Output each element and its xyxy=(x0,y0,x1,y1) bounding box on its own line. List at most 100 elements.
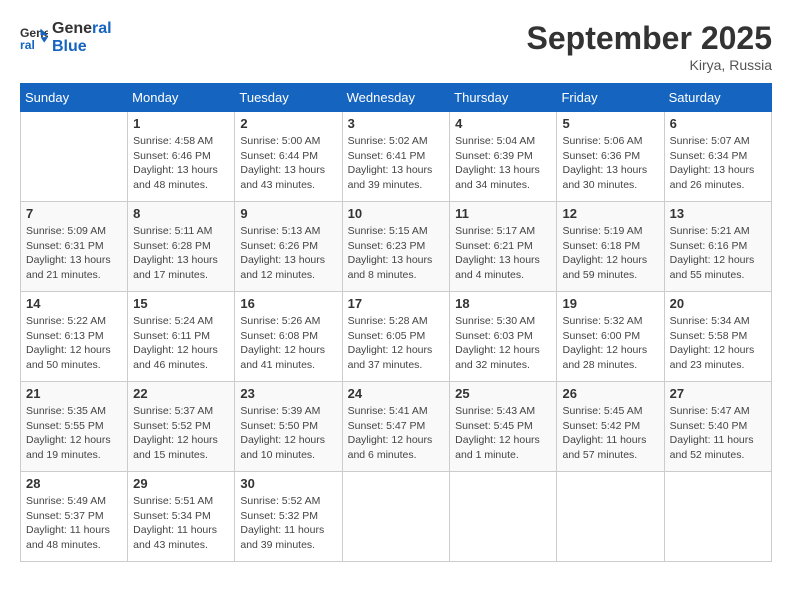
calendar-cell: 14 Sunrise: 5:22 AM Sunset: 6:13 PM Dayli… xyxy=(21,292,128,382)
calendar-cell: 29 Sunrise: 5:51 AM Sunset: 5:34 PM Dayli… xyxy=(128,472,235,562)
column-header-tuesday: Tuesday xyxy=(235,84,342,112)
day-info: Sunrise: 5:22 AM Sunset: 6:13 PM Dayligh… xyxy=(26,314,122,373)
day-info: Sunrise: 5:34 AM Sunset: 5:58 PM Dayligh… xyxy=(670,314,766,373)
day-info: Sunrise: 5:04 AM Sunset: 6:39 PM Dayligh… xyxy=(455,134,551,193)
calendar-cell: 7Sunrise: 5:09 AM Sunset: 6:31 PM Daylig… xyxy=(21,202,128,292)
calendar-cell: 3 Sunrise: 5:02 AM Sunset: 6:41 PM Daylig… xyxy=(342,112,450,202)
month-title: September 2025 xyxy=(527,20,772,57)
day-number: 19 xyxy=(562,296,658,311)
day-number: 25 xyxy=(455,386,551,401)
day-info: Sunrise: 5:32 AM Sunset: 6:00 PM Dayligh… xyxy=(562,314,658,373)
calendar-cell: 28 Sunrise: 5:49 AM Sunset: 5:37 PM Dayli… xyxy=(21,472,128,562)
day-number: 27 xyxy=(670,386,766,401)
column-header-wednesday: Wednesday xyxy=(342,84,450,112)
day-info: Sunrise: 5:28 AM Sunset: 6:05 PM Dayligh… xyxy=(348,314,445,373)
day-number: 22 xyxy=(133,386,229,401)
day-info: Sunrise: 5:02 AM Sunset: 6:41 PM Dayligh… xyxy=(348,134,445,193)
day-info: Sunrise: 5:07 AM Sunset: 6:34 PM Dayligh… xyxy=(670,134,766,193)
day-info: Sunrise: 5:37 AM Sunset: 5:52 PM Dayligh… xyxy=(133,404,229,463)
calendar-week-1: 1 Sunrise: 4:58 AM Sunset: 6:46 PM Daylig… xyxy=(21,112,772,202)
logo-icon: Gene ral xyxy=(20,24,48,52)
day-info: Sunrise: 5:11 AM Sunset: 6:28 PM Dayligh… xyxy=(133,224,229,283)
day-number: 1 xyxy=(133,116,229,131)
day-number: 11 xyxy=(455,206,551,221)
calendar-cell: 20Sunrise: 5:34 AM Sunset: 5:58 PM Dayli… xyxy=(664,292,771,382)
day-number: 17 xyxy=(348,296,445,311)
logo-text-line1: General xyxy=(52,20,112,38)
day-number: 8 xyxy=(133,206,229,221)
day-number: 4 xyxy=(455,116,551,131)
calendar-cell: 1 Sunrise: 4:58 AM Sunset: 6:46 PM Daylig… xyxy=(128,112,235,202)
day-number: 28 xyxy=(26,476,122,491)
day-info: Sunrise: 5:30 AM Sunset: 6:03 PM Dayligh… xyxy=(455,314,551,373)
calendar-week-3: 14 Sunrise: 5:22 AM Sunset: 6:13 PM Dayli… xyxy=(21,292,772,382)
day-number: 9 xyxy=(240,206,336,221)
column-header-friday: Friday xyxy=(557,84,664,112)
day-number: 10 xyxy=(348,206,445,221)
day-number: 30 xyxy=(240,476,336,491)
day-number: 16 xyxy=(240,296,336,311)
day-info: Sunrise: 5:51 AM Sunset: 5:34 PM Dayligh… xyxy=(133,494,229,553)
calendar-cell: 18 Sunrise: 5:30 AM Sunset: 6:03 PM Dayli… xyxy=(450,292,557,382)
calendar-week-4: 21 Sunrise: 5:35 AM Sunset: 5:55 PM Dayli… xyxy=(21,382,772,472)
day-number: 6 xyxy=(670,116,766,131)
day-number: 5 xyxy=(562,116,658,131)
calendar-cell: 25 Sunrise: 5:43 AM Sunset: 5:45 PM Dayli… xyxy=(450,382,557,472)
calendar-cell: 21 Sunrise: 5:35 AM Sunset: 5:55 PM Dayli… xyxy=(21,382,128,472)
day-number: 14 xyxy=(26,296,122,311)
calendar-cell: 27 Sunrise: 5:47 AM Sunset: 5:40 PM Dayli… xyxy=(664,382,771,472)
calendar-cell: 10Sunrise: 5:15 AM Sunset: 6:23 PM Dayli… xyxy=(342,202,450,292)
calendar-cell: 15 Sunrise: 5:24 AM Sunset: 6:11 PM Dayli… xyxy=(128,292,235,382)
day-info: Sunrise: 5:47 AM Sunset: 5:40 PM Dayligh… xyxy=(670,404,766,463)
calendar-cell: 5 Sunrise: 5:06 AM Sunset: 6:36 PM Daylig… xyxy=(557,112,664,202)
day-number: 15 xyxy=(133,296,229,311)
day-number: 29 xyxy=(133,476,229,491)
title-block: September 2025 Kirya, Russia xyxy=(527,20,772,73)
calendar-week-2: 7Sunrise: 5:09 AM Sunset: 6:31 PM Daylig… xyxy=(21,202,772,292)
calendar-cell: 9 Sunrise: 5:13 AM Sunset: 6:26 PM Daylig… xyxy=(235,202,342,292)
calendar-cell: 4 Sunrise: 5:04 AM Sunset: 6:39 PM Daylig… xyxy=(450,112,557,202)
day-info: Sunrise: 5:43 AM Sunset: 5:45 PM Dayligh… xyxy=(455,404,551,463)
page-header: Gene ral General Blue September 2025 Kir… xyxy=(20,20,772,73)
day-info: Sunrise: 5:45 AM Sunset: 5:42 PM Dayligh… xyxy=(562,404,658,463)
calendar-cell: 24 Sunrise: 5:41 AM Sunset: 5:47 PM Dayli… xyxy=(342,382,450,472)
column-header-saturday: Saturday xyxy=(664,84,771,112)
day-info: Sunrise: 5:06 AM Sunset: 6:36 PM Dayligh… xyxy=(562,134,658,193)
day-info: Sunrise: 4:58 AM Sunset: 6:46 PM Dayligh… xyxy=(133,134,229,193)
calendar-cell: 13Sunrise: 5:21 AM Sunset: 6:16 PM Dayli… xyxy=(664,202,771,292)
day-number: 21 xyxy=(26,386,122,401)
day-info: Sunrise: 5:19 AM Sunset: 6:18 PM Dayligh… xyxy=(562,224,658,283)
calendar-cell: 22 Sunrise: 5:37 AM Sunset: 5:52 PM Dayli… xyxy=(128,382,235,472)
calendar-cell: 23Sunrise: 5:39 AM Sunset: 5:50 PM Dayli… xyxy=(235,382,342,472)
svg-text:ral: ral xyxy=(20,38,35,52)
day-info: Sunrise: 5:35 AM Sunset: 5:55 PM Dayligh… xyxy=(26,404,122,463)
day-info: Sunrise: 5:21 AM Sunset: 6:16 PM Dayligh… xyxy=(670,224,766,283)
day-number: 24 xyxy=(348,386,445,401)
day-number: 26 xyxy=(562,386,658,401)
calendar-cell: 12 Sunrise: 5:19 AM Sunset: 6:18 PM Dayli… xyxy=(557,202,664,292)
day-info: Sunrise: 5:49 AM Sunset: 5:37 PM Dayligh… xyxy=(26,494,122,553)
calendar-cell: 2 Sunrise: 5:00 AM Sunset: 6:44 PM Daylig… xyxy=(235,112,342,202)
logo-text-line2: Blue xyxy=(52,38,112,56)
day-number: 18 xyxy=(455,296,551,311)
calendar-cell xyxy=(557,472,664,562)
day-info: Sunrise: 5:13 AM Sunset: 6:26 PM Dayligh… xyxy=(240,224,336,283)
day-number: 7 xyxy=(26,206,122,221)
day-number: 2 xyxy=(240,116,336,131)
calendar-week-5: 28 Sunrise: 5:49 AM Sunset: 5:37 PM Dayli… xyxy=(21,472,772,562)
column-header-thursday: Thursday xyxy=(450,84,557,112)
calendar-cell: 26 Sunrise: 5:45 AM Sunset: 5:42 PM Dayli… xyxy=(557,382,664,472)
calendar-cell xyxy=(342,472,450,562)
day-info: Sunrise: 5:41 AM Sunset: 5:47 PM Dayligh… xyxy=(348,404,445,463)
day-number: 23 xyxy=(240,386,336,401)
calendar-cell: 30Sunrise: 5:52 AM Sunset: 5:32 PM Dayli… xyxy=(235,472,342,562)
day-info: Sunrise: 5:00 AM Sunset: 6:44 PM Dayligh… xyxy=(240,134,336,193)
day-number: 12 xyxy=(562,206,658,221)
column-header-monday: Monday xyxy=(128,84,235,112)
calendar-cell: 11Sunrise: 5:17 AM Sunset: 6:21 PM Dayli… xyxy=(450,202,557,292)
day-number: 3 xyxy=(348,116,445,131)
calendar-table: SundayMondayTuesdayWednesdayThursdayFrid… xyxy=(20,83,772,562)
calendar-cell: 8 Sunrise: 5:11 AM Sunset: 6:28 PM Daylig… xyxy=(128,202,235,292)
calendar-cell: 6 Sunrise: 5:07 AM Sunset: 6:34 PM Daylig… xyxy=(664,112,771,202)
day-info: Sunrise: 5:24 AM Sunset: 6:11 PM Dayligh… xyxy=(133,314,229,373)
